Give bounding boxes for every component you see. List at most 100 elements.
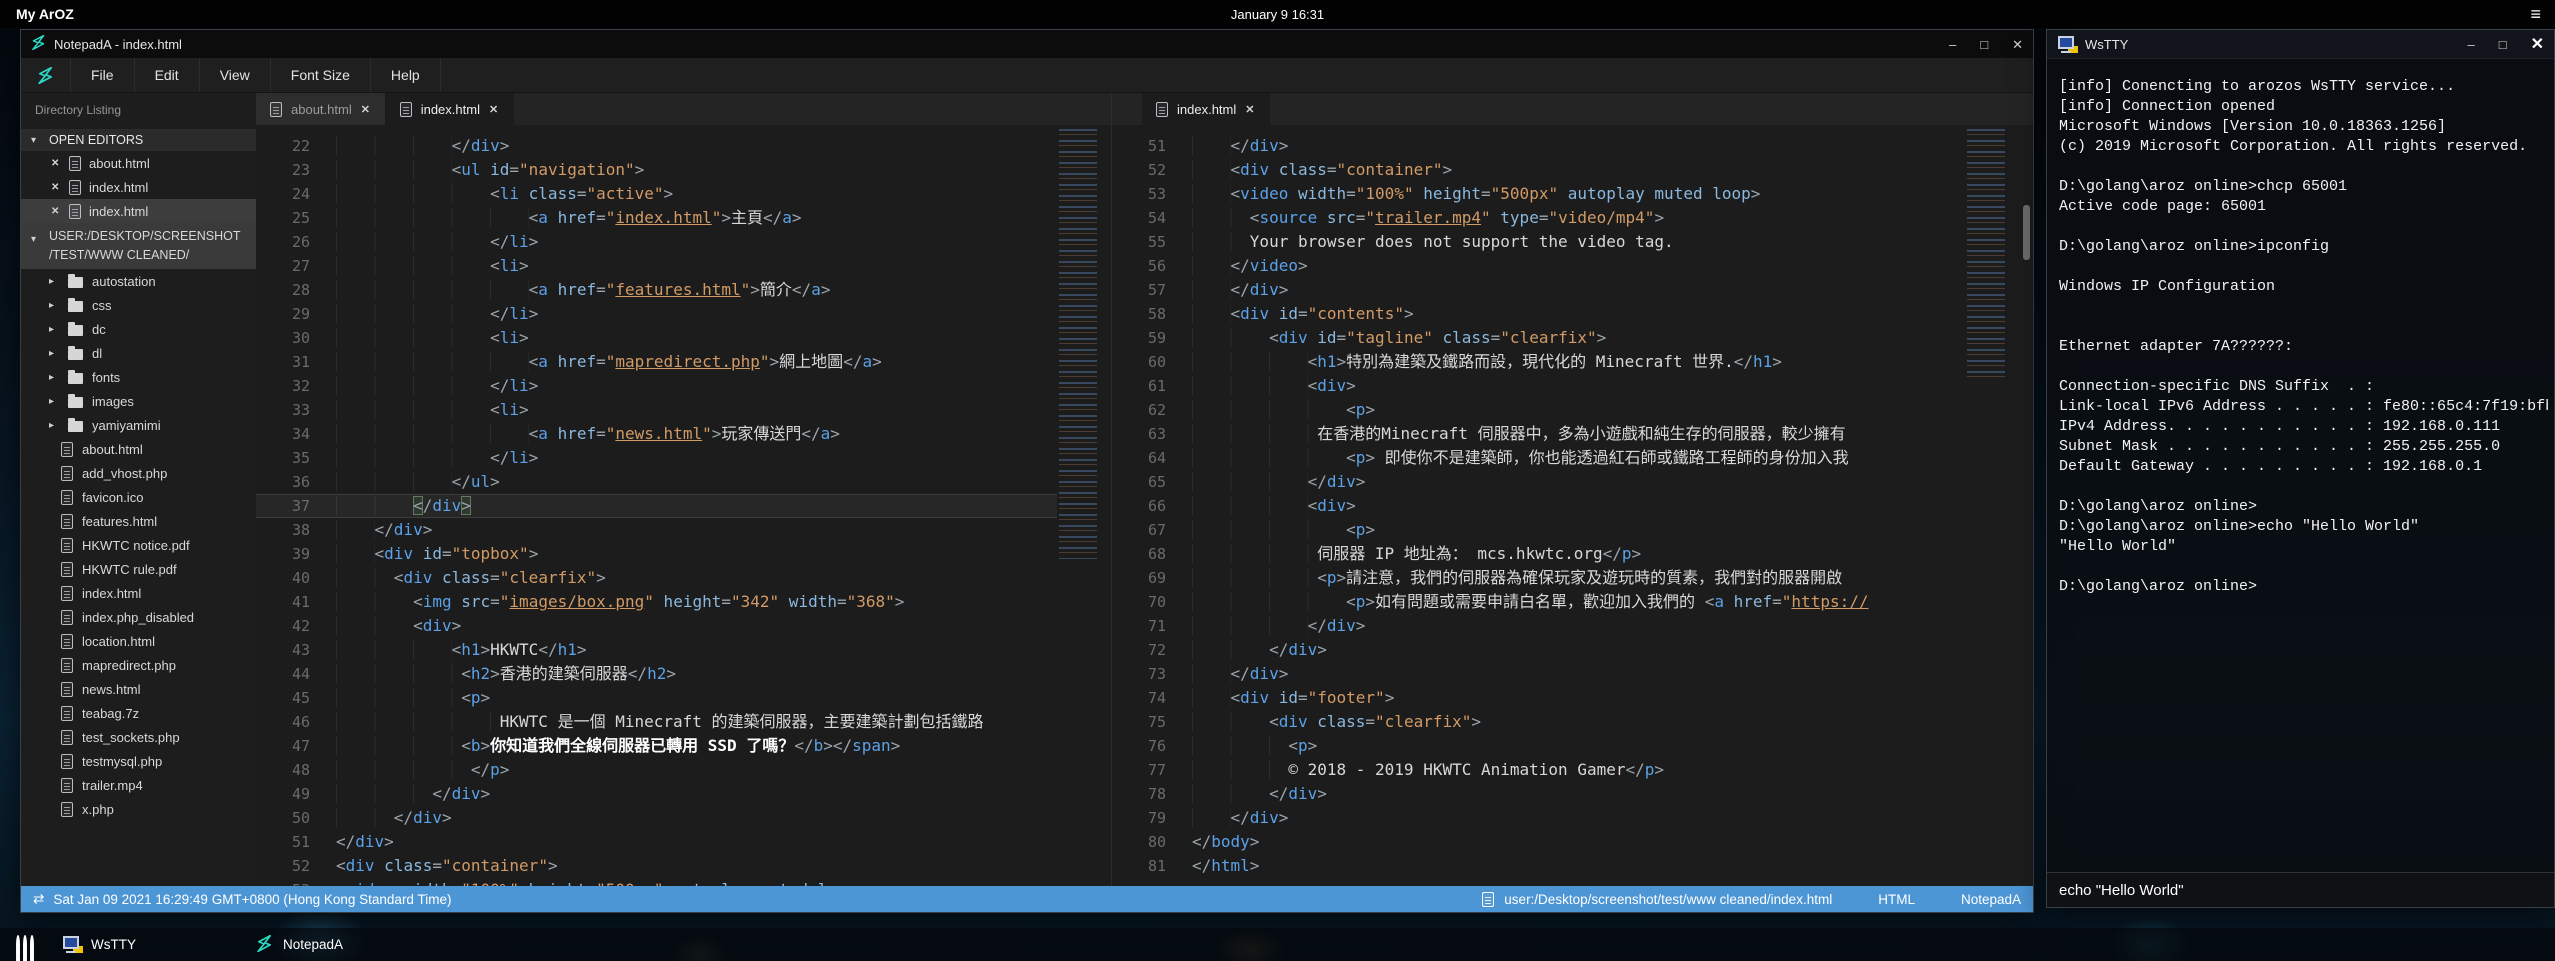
code-line[interactable]: 67 <p>	[1112, 518, 1965, 542]
code-line[interactable]: 54 <source src="trailer.mp4" type="video…	[1112, 206, 1965, 230]
code-line[interactable]: 53<video width="100%" height="500px" aut…	[256, 878, 1057, 886]
terminal-input[interactable]: echo "Hello World"	[2047, 872, 2554, 907]
taskbar-item-wstty[interactable]: WsTTY	[48, 928, 150, 961]
code-line[interactable]: 49 </div>	[256, 782, 1057, 806]
code-line[interactable]: 63 在香港的Minecraft 伺服器中，多為小遊戲和純生存的伺服器，較少擁有	[1112, 422, 1965, 446]
code-line[interactable]: 24 <li class="active">	[256, 182, 1057, 206]
close-icon[interactable]: ✕	[51, 158, 61, 169]
code-line[interactable]: 56 </video>	[1112, 254, 1965, 278]
code-line[interactable]: 38 </div>	[256, 518, 1057, 542]
minimize-button[interactable]: –	[2468, 38, 2475, 51]
code-line[interactable]: 53 <video width="100%" height="500px" au…	[1112, 182, 1965, 206]
code-line[interactable]: 78 </div>	[1112, 782, 1965, 806]
code-line[interactable]: 61 <div>	[1112, 374, 1965, 398]
code-line[interactable]: 36 </ul>	[256, 470, 1057, 494]
code-line[interactable]: 28 <a href="features.html">簡介</a>	[256, 278, 1057, 302]
code-line[interactable]: 69 <p>請注意，我們的伺服器為確保玩家及遊玩時的質素，我們對的服器開啟	[1112, 566, 1965, 590]
code-line[interactable]: 77 © 2018 - 2019 HKWTC Animation Gamer</…	[1112, 758, 1965, 782]
sidebar-folder-yamiyamimi[interactable]: ▸yamiyamimi	[21, 413, 256, 437]
chevron-right-icon[interactable]: ▸	[49, 300, 59, 311]
tab-about.html[interactable]: about.html✕	[256, 93, 386, 125]
sidebar-file-news-html[interactable]: news.html	[21, 677, 256, 701]
code-line[interactable]: 79 </div>	[1112, 806, 1965, 830]
chevron-right-icon[interactable]: ▸	[49, 324, 59, 335]
sidebar-file-favicon-ico[interactable]: favicon.ico	[21, 485, 256, 509]
code-line[interactable]: 73 </div>	[1112, 662, 1965, 686]
sidebar-file-x-php[interactable]: x.php	[21, 797, 256, 821]
code-line[interactable]: 81</html>	[1112, 854, 1965, 878]
code-line[interactable]: 75 <div class="clearfix">	[1112, 710, 1965, 734]
sidebar-folder-dc[interactable]: ▸dc	[21, 317, 256, 341]
code-line[interactable]: 52<div class="container">	[256, 854, 1057, 878]
chevron-right-icon[interactable]: ▸	[49, 420, 59, 431]
close-icon[interactable]: ✕	[361, 103, 371, 116]
code-line[interactable]: 31 <a href="mapredirect.php">網上地圖</a>	[256, 350, 1057, 374]
close-icon[interactable]: ✕	[51, 182, 61, 193]
tab-index.html[interactable]: index.html✕	[386, 93, 514, 125]
hamburger-menu-icon[interactable]: ≡	[2530, 0, 2541, 28]
code-line[interactable]: 66 <div>	[1112, 494, 1965, 518]
code-line[interactable]: 55 Your browser does not support the vid…	[1112, 230, 1965, 254]
open-editors-section[interactable]: ▾ OPEN EDITORS	[21, 129, 256, 151]
menu-item-file[interactable]: File	[70, 58, 134, 92]
code-editor-left[interactable]: 22 </div>23 <ul id="navigation">24 <li c…	[256, 125, 1057, 886]
code-line[interactable]: 58 <div id="contents">	[1112, 302, 1965, 326]
chevron-down-icon[interactable]: ▾	[31, 230, 41, 265]
sidebar-file-HKWTC-notice-pdf[interactable]: HKWTC notice.pdf	[21, 533, 256, 557]
code-line[interactable]: 35 </li>	[256, 446, 1057, 470]
code-line[interactable]: 71 </div>	[1112, 614, 1965, 638]
menu-item-view[interactable]: View	[199, 58, 270, 92]
sidebar-file-features-html[interactable]: features.html	[21, 509, 256, 533]
chevron-right-icon[interactable]: ▸	[49, 276, 59, 287]
close-icon[interactable]: ✕	[489, 103, 499, 116]
code-line[interactable]: 26 </li>	[256, 230, 1057, 254]
code-line[interactable]: 74 <div id="footer">	[1112, 686, 1965, 710]
open-editor-item[interactable]: ✕index.html	[21, 199, 256, 223]
code-line[interactable]: 46 HKWTC 是一個 Minecraft 的建築伺服器，主要建築計劃包括鐵路	[256, 710, 1057, 734]
code-line[interactable]: 34 <a href="news.html">玩家傳送門</a>	[256, 422, 1057, 446]
code-line[interactable]: 62 <p>	[1112, 398, 1965, 422]
sidebar-file-mapredirect-php[interactable]: mapredirect.php	[21, 653, 256, 677]
code-line[interactable]: 30 <li>	[256, 326, 1057, 350]
sidebar-file-HKWTC-rule-pdf[interactable]: HKWTC rule.pdf	[21, 557, 256, 581]
sidebar-file-teabag-7z[interactable]: teabag.7z	[21, 701, 256, 725]
sidebar-file-add-vhost-php[interactable]: add_vhost.php	[21, 461, 256, 485]
code-line[interactable]: 52 <div class="container">	[1112, 158, 1965, 182]
tree-root-header[interactable]: ▾ USER:/DESKTOP/SCREENSHOT /TEST/WWW CLE…	[21, 223, 256, 269]
sidebar-file-index-php-disabled[interactable]: index.php_disabled	[21, 605, 256, 629]
code-line[interactable]: 68 伺服器 IP 地址為： mcs.hkwtc.org</p>	[1112, 542, 1965, 566]
menu-item-help[interactable]: Help	[370, 58, 441, 92]
code-line[interactable]: 27 <li>	[256, 254, 1057, 278]
sidebar-folder-images[interactable]: ▸images	[21, 389, 256, 413]
code-line[interactable]: 41 <img src="images/box.png" height="342…	[256, 590, 1057, 614]
code-line[interactable]: 33 <li>	[256, 398, 1057, 422]
code-line[interactable]: 65 </div>	[1112, 470, 1965, 494]
minimize-button[interactable]: –	[1949, 38, 1956, 51]
open-editor-item[interactable]: ✕index.html	[21, 175, 256, 199]
code-line[interactable]: 47 <b>你知道我們全線伺服器已轉用 SSD 了嗎？</b></span>	[256, 734, 1057, 758]
code-line[interactable]: 64 <p> 即使你不是建築師，你也能透過紅石師或鐵路工程師的身份加入我	[1112, 446, 1965, 470]
sidebar-folder-fonts[interactable]: ▸fonts	[21, 365, 256, 389]
code-line[interactable]: 76 <p>	[1112, 734, 1965, 758]
code-line[interactable]: 42 <div>	[256, 614, 1057, 638]
open-editor-item[interactable]: ✕about.html	[21, 151, 256, 175]
close-icon[interactable]: ✕	[51, 206, 61, 217]
menu-item-font-size[interactable]: Font Size	[270, 58, 370, 92]
chevron-right-icon[interactable]: ▸	[49, 372, 59, 383]
code-line[interactable]: 32 </li>	[256, 374, 1057, 398]
minimap-left[interactable]	[1057, 125, 1111, 886]
code-line[interactable]: 72 </div>	[1112, 638, 1965, 662]
close-button[interactable]: ✕	[2531, 38, 2544, 51]
menu-item-edit[interactable]: Edit	[134, 58, 199, 92]
code-line[interactable]: 25 <a href="index.html">主頁</a>	[256, 206, 1057, 230]
sidebar-folder-autostation[interactable]: ▸autostation	[21, 269, 256, 293]
code-line[interactable]: 51 </div>	[1112, 134, 1965, 158]
sidebar-file-index-html[interactable]: index.html	[21, 581, 256, 605]
sidebar-file-test-sockets-php[interactable]: test_sockets.php	[21, 725, 256, 749]
chevron-right-icon[interactable]: ▸	[49, 396, 59, 407]
code-line[interactable]: 60 <h1>特別為建築及鐵路而設，現代化的 Minecraft 世界.</h1…	[1112, 350, 1965, 374]
code-line[interactable]: 50 </div>	[256, 806, 1057, 830]
code-line[interactable]: 48 </p>	[256, 758, 1057, 782]
sidebar-file-location-html[interactable]: location.html	[21, 629, 256, 653]
code-line[interactable]: 44 <h2>香港的建築伺服器</h2>	[256, 662, 1057, 686]
